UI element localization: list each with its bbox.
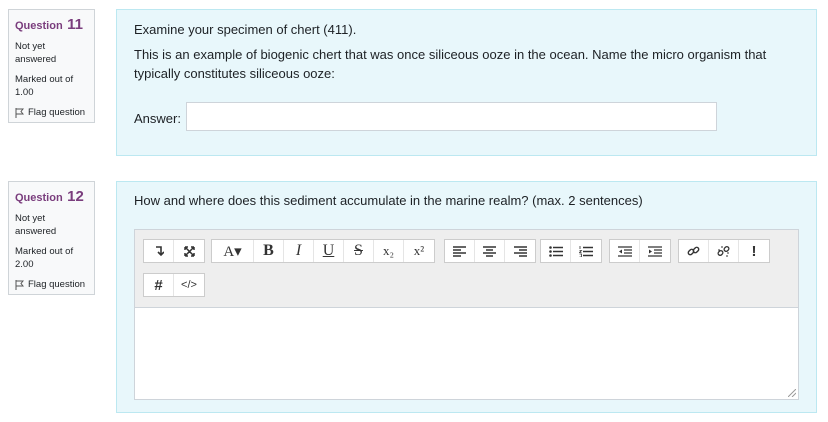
toolbar-group-collapse (143, 239, 205, 263)
question-info-11: Question 11 Not yet answered Marked out … (8, 9, 95, 123)
question-text: This is an example of biogenic chert tha… (134, 47, 767, 81)
question-number: Question 12 (15, 188, 88, 206)
link-icon (687, 246, 700, 255)
question-label: Question (15, 20, 63, 32)
unlink-button[interactable] (709, 240, 739, 262)
toolbar-group-format: A▾ B I U S x₂ x² (211, 239, 435, 263)
toolbar-group-misc: # </> (143, 273, 205, 297)
answer-input[interactable] (186, 102, 717, 131)
ordered-list-icon (579, 245, 593, 257)
underline-icon: U (322, 242, 335, 259)
subscript-icon: x₂ (382, 243, 395, 258)
align-left-button[interactable] (445, 240, 475, 262)
toolbar-group-links: ! (678, 239, 770, 263)
question-number-value: 12 (67, 188, 84, 205)
outdent-icon (617, 245, 632, 257)
toolbar-group-indent (609, 239, 671, 263)
strikethrough-button[interactable]: S (344, 240, 374, 262)
editor-toolbar: A▾ B I U S x₂ x² ! # </> (135, 230, 798, 308)
flag-question-link[interactable]: Flag question (15, 279, 88, 290)
question-text: How and where does this sediment accumul… (134, 193, 643, 208)
question-grade: Marked out of 1.00 (15, 74, 74, 98)
flag-question-label: Flag question (28, 279, 86, 290)
question-content-12: How and where does this sediment accumul… (116, 181, 817, 413)
font-color-icon: A▾ (223, 243, 242, 260)
answer-label: Answer: (134, 111, 181, 126)
unordered-list-button[interactable] (541, 240, 571, 262)
question-state: Not yet answered (15, 41, 57, 65)
italic-button[interactable]: I (284, 240, 314, 262)
expand-icon (183, 245, 195, 257)
toolbar-group-lists (540, 239, 602, 263)
align-center-button[interactable] (475, 240, 505, 262)
unlink-icon (717, 245, 730, 257)
toolbar-group-align (444, 239, 536, 263)
accessibility-checker-button[interactable]: ! (739, 240, 769, 262)
question-info-12: Question 12 Not yet answered Marked out … (8, 181, 95, 295)
strikethrough-icon: S (354, 242, 363, 259)
ordered-list-button[interactable] (571, 240, 601, 262)
question-label: Question (15, 192, 63, 204)
indent-button[interactable] (640, 240, 670, 262)
underline-button[interactable]: U (314, 240, 344, 262)
superscript-icon: x² (413, 243, 425, 258)
italic-icon: I (295, 242, 302, 259)
align-center-icon (483, 245, 496, 257)
indent-icon (648, 245, 662, 257)
question-number-value: 11 (67, 16, 83, 33)
align-right-icon (513, 245, 527, 257)
link-button[interactable] (679, 240, 709, 262)
unordered-list-icon (548, 245, 563, 257)
editor-text-area[interactable] (135, 308, 798, 399)
flag-icon (15, 107, 24, 118)
resize-handle-icon[interactable] (788, 389, 796, 397)
fullscreen-button[interactable] (174, 240, 204, 262)
bold-button[interactable]: B (254, 240, 284, 262)
question-state: Not yet answered (15, 213, 57, 237)
outdent-button[interactable] (610, 240, 640, 262)
align-left-icon (453, 245, 466, 257)
hashtag-icon: # (154, 276, 163, 294)
accessibility-checker-icon: ! (751, 242, 757, 260)
font-color-button[interactable]: A▾ (212, 240, 254, 262)
html-source-button[interactable]: </> (174, 274, 204, 296)
align-right-button[interactable] (505, 240, 535, 262)
question-number: Question 11 (15, 16, 88, 34)
rich-text-editor: A▾ B I U S x₂ x² ! # </> (134, 229, 799, 400)
html-source-icon: </> (181, 279, 197, 291)
superscript-button[interactable]: x² (404, 240, 434, 262)
collapse-button[interactable] (144, 240, 174, 262)
question-content-11: Examine your specimen of chert (411). Th… (116, 9, 817, 156)
subscript-button[interactable]: x₂ (374, 240, 404, 262)
collapse-icon (155, 246, 164, 257)
flag-icon (15, 279, 24, 290)
question-intro: Examine your specimen of chert (411). (134, 22, 357, 37)
question-grade: Marked out of 2.00 (15, 246, 74, 270)
flag-question-link[interactable]: Flag question (15, 107, 88, 118)
bold-icon: B (263, 242, 274, 259)
flag-question-label: Flag question (28, 107, 86, 118)
hashtag-button[interactable]: # (144, 274, 174, 296)
